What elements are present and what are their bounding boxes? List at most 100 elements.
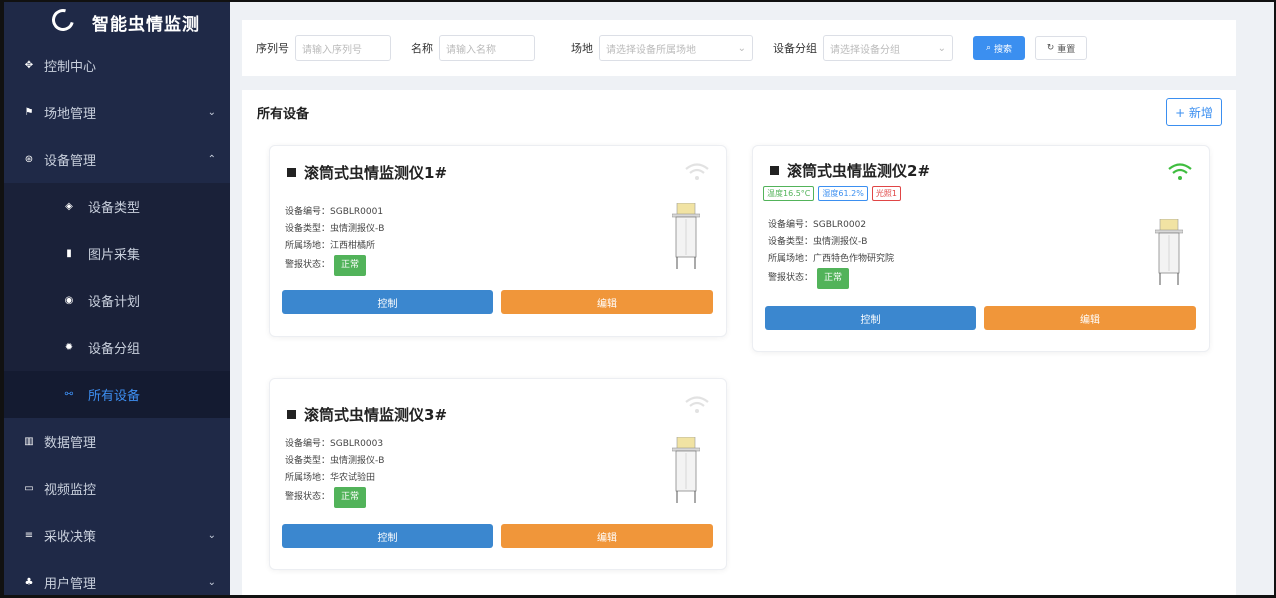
code-label: 设备编号：: [285, 207, 331, 217]
search-button[interactable]: ⌕ 搜索: [973, 36, 1025, 60]
device-panel: 所有设备 + 新增 滚筒式虫情监测仪1# 设备编号：SGBLR0001 设备类型…: [242, 90, 1236, 595]
sidebar-item-label: 设备计划: [88, 295, 141, 310]
monitor-icon: ▭: [24, 483, 34, 494]
device-title: 滚筒式虫情监测仪3#: [287, 404, 447, 425]
device-icon: ⊛: [24, 154, 34, 165]
link-icon: ⚯: [64, 389, 74, 400]
name-label: 名称: [411, 42, 433, 55]
alarm-label: 警报状态：: [285, 492, 331, 502]
serial-input[interactable]: 请输入序列号: [295, 35, 391, 61]
add-device-button[interactable]: + 新增: [1166, 98, 1222, 126]
sidebar-item-device-type[interactable]: ◈ 设备类型: [4, 183, 230, 230]
square-icon: [770, 166, 779, 175]
group-label: 设备分组: [773, 42, 817, 55]
site-label-text: 所属场地：: [768, 254, 814, 264]
site-placeholder: 请选择设备所属场地: [606, 44, 696, 56]
logo-icon: [47, 4, 79, 36]
edit-button[interactable]: 编辑: [984, 306, 1196, 330]
database-icon: ≡: [24, 530, 34, 541]
group-select[interactable]: 请选择设备分组 ⌄: [823, 35, 953, 61]
alarm-label: 警报状态：: [768, 273, 814, 283]
edit-button[interactable]: 编辑: [501, 290, 713, 314]
serial-placeholder: 请输入序列号: [302, 44, 362, 56]
sidebar-item-harvest-decision[interactable]: ≡ 采收决策 ⌄: [4, 512, 230, 559]
sidebar-item-device-management[interactable]: ⊛ 设备管理 ⌃: [4, 136, 230, 183]
device-title: 滚筒式虫情监测仪2#: [770, 160, 930, 181]
sidebar-item-video-monitor[interactable]: ▭ 视频监控: [4, 465, 230, 512]
device-card: 滚筒式虫情监测仪2# 温度16.5°C 湿度61.2% 光照1 设备编号：SGB…: [752, 145, 1210, 352]
app-logo[interactable]: 智能虫情监测: [4, 2, 230, 42]
sidebar-item-label: 所有设备: [88, 389, 141, 404]
status-badge: 正常: [334, 255, 367, 276]
gear-icon: ✥: [24, 60, 34, 71]
users-icon: ♣: [24, 577, 34, 588]
sidebar-item-all-devices[interactable]: ⚯ 所有设备: [4, 371, 230, 418]
device-image: [672, 203, 700, 269]
device-image: [672, 437, 700, 503]
sidebar-item-data-management[interactable]: ▥ 数据管理: [4, 418, 230, 465]
edit-button[interactable]: 编辑: [501, 524, 713, 548]
name-input[interactable]: 请输入名称: [439, 35, 535, 61]
document-icon: ▮: [66, 248, 72, 259]
sidebar-item-label: 采收决策: [44, 530, 97, 545]
sidebar-item-site-management[interactable]: ⚑ 场地管理 ⌄: [4, 89, 230, 136]
sidebar-item-device-group[interactable]: ✹ 设备分组: [4, 324, 230, 371]
control-button[interactable]: 控制: [282, 290, 493, 314]
sidebar-item-label: 设备类型: [88, 201, 141, 216]
main-area: 序列号 请输入序列号 名称 请输入名称 场地 请选择设备所属场地 ⌄ 设备分组 …: [230, 2, 1274, 595]
device-card: 滚筒式虫情监测仪1# 设备编号：SGBLR0001 设备类型：虫情测报仪-B 所…: [269, 145, 727, 337]
device-site: 华农试验田: [330, 473, 376, 483]
humidity-tag: 湿度61.2%: [818, 186, 868, 201]
site-label-text: 所属场地：: [285, 241, 331, 251]
control-button[interactable]: 控制: [765, 306, 976, 330]
sidebar-item-label: 图片采集: [88, 248, 141, 263]
site-label: 场地: [571, 42, 593, 55]
control-button[interactable]: 控制: [282, 524, 493, 548]
sidebar-item-image-capture[interactable]: ▮ 图片采集: [4, 230, 230, 277]
cube-icon: ◈: [65, 201, 73, 212]
square-icon: [287, 410, 296, 419]
square-icon: [287, 168, 296, 177]
device-info: 设备编号：SGBLR0002 设备类型：虫情测报仪-B 所属场地：广西特色作物研…: [768, 217, 894, 289]
type-label: 设备类型：: [768, 237, 814, 247]
sidebar-item-label: 用户管理: [44, 577, 97, 592]
device-image: [1155, 219, 1183, 285]
device-code: SGBLR0002: [813, 220, 867, 230]
type-label: 设备类型：: [285, 456, 331, 466]
section-title: 所有设备: [257, 107, 310, 122]
reset-button-label: 重置: [1057, 44, 1076, 55]
reset-button[interactable]: ↻ 重置: [1035, 36, 1087, 60]
status-badge: 正常: [334, 487, 367, 508]
sidebar-item-label: 数据管理: [44, 436, 97, 451]
app-title: 智能虫情监测: [92, 14, 200, 35]
site-select[interactable]: 请选择设备所属场地 ⌄: [599, 35, 753, 61]
chevron-down-icon: ⌄: [937, 42, 946, 54]
sidebar-item-device-plan[interactable]: ◉ 设备计划: [4, 277, 230, 324]
light-tag: 光照1: [871, 186, 901, 201]
site-label-text: 所属场地：: [285, 473, 331, 483]
device-card: 滚筒式虫情监测仪3# 设备编号：SGBLR0003 设备类型：虫情测报仪-B 所…: [269, 378, 727, 570]
search-bar: 序列号 请输入序列号 名称 请输入名称 场地 请选择设备所属场地 ⌄ 设备分组 …: [242, 20, 1236, 76]
cog-icon: ✹: [64, 342, 74, 353]
device-submenu: ◈ 设备类型 ▮ 图片采集 ◉ 设备计划 ✹ 设备分组 ⚯ 所有设备: [4, 183, 230, 418]
sidebar-item-label: 场地管理: [44, 107, 97, 122]
sidebar: 智能虫情监测 ✥ 控制中心 ⚑ 场地管理 ⌄ ⊛ 设备管理 ⌃ ◈ 设备类型 ▮…: [4, 2, 230, 595]
chart-icon: ▥: [24, 436, 34, 447]
code-label: 设备编号：: [285, 439, 331, 449]
chevron-down-icon: ⌄: [207, 530, 216, 541]
type-label: 设备类型：: [285, 224, 331, 234]
wifi-icon: [685, 396, 709, 413]
device-site: 江西柑橘所: [330, 241, 376, 251]
temperature-tag: 温度16.5°C: [763, 186, 815, 201]
device-type: 虫情测报仪-B: [813, 237, 868, 247]
device-title-text: 滚筒式虫情监测仪1#: [304, 164, 448, 182]
wifi-icon: [1168, 163, 1192, 180]
sensor-tags: 温度16.5°C 湿度61.2% 光照1: [763, 186, 901, 201]
sidebar-item-label: 控制中心: [44, 60, 97, 75]
name-placeholder: 请输入名称: [446, 44, 496, 56]
sidebar-item-user-management[interactable]: ♣ 用户管理 ⌄: [4, 559, 230, 598]
device-code: SGBLR0001: [330, 207, 384, 217]
chevron-down-icon: ⌄: [207, 577, 216, 588]
chevron-down-icon: ⌄: [207, 107, 216, 118]
sidebar-item-control-center[interactable]: ✥ 控制中心: [4, 42, 230, 89]
